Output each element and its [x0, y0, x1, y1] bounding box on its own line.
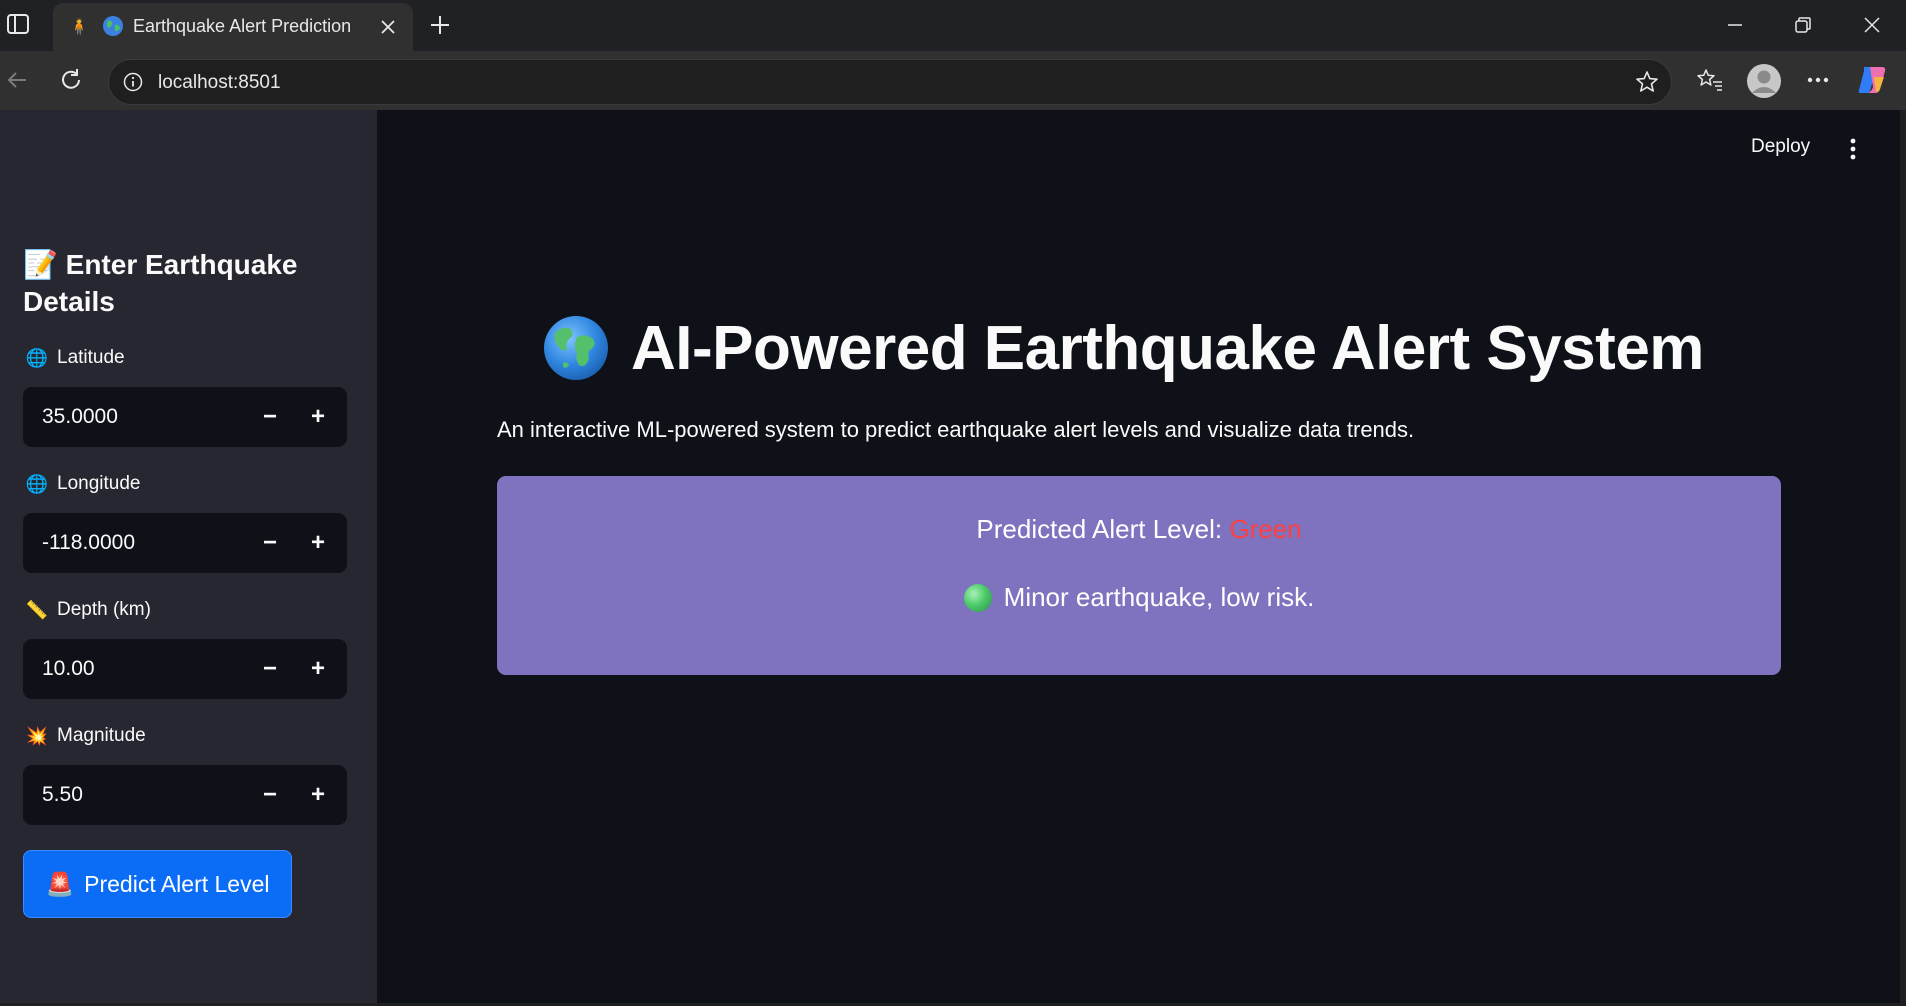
earth-globe-icon — [544, 316, 608, 380]
magnitude-label: 💥 Magnitude — [25, 725, 146, 747]
alert-message-row: Minor earthquake, low risk. — [497, 582, 1781, 613]
deploy-button[interactable]: Deploy — [1751, 136, 1810, 158]
copilot-icon[interactable] — [1855, 63, 1889, 97]
reload-icon[interactable] — [54, 63, 88, 97]
globe-favicon-icon — [102, 15, 126, 39]
longitude-decrement-button[interactable]: − — [250, 523, 290, 563]
site-info-icon[interactable] — [121, 70, 145, 94]
longitude-value[interactable]: -118.0000 — [42, 531, 135, 555]
latitude-decrement-button[interactable]: − — [250, 397, 290, 437]
more-options-icon[interactable] — [1801, 63, 1835, 97]
alert-level-value: Green — [1229, 514, 1302, 544]
globe-icon: 🌐 — [25, 347, 49, 368]
new-tab-icon[interactable] — [425, 10, 455, 40]
browser-toolbar: localhost:8501 — [0, 51, 1906, 110]
longitude-label: 🌐 Longitude — [25, 473, 141, 495]
longitude-label-text: Longitude — [57, 473, 141, 494]
green-circle-icon — [963, 583, 992, 612]
latitude-increment-button[interactable]: + — [298, 397, 338, 437]
depth-label-text: Depth (km) — [57, 599, 151, 620]
close-tab-icon[interactable] — [376, 15, 400, 39]
siren-icon: 🚨 — [45, 870, 75, 897]
minimize-icon[interactable] — [1717, 8, 1753, 42]
latitude-value[interactable]: 35.0000 — [42, 405, 118, 429]
browser-tab[interactable]: 🧍 Earthquake Alert Prediction — [53, 3, 413, 51]
sidebar: 📝 Enter Earthquake Details 🌐 Latitude 35… — [0, 110, 377, 1003]
alert-message: Minor earthquake, low risk. — [1003, 582, 1315, 612]
globe-icon: 🌐 — [25, 473, 49, 494]
predict-button-label: Predict Alert Level — [84, 870, 270, 897]
predicted-alert-level-text: Predicted Alert Level: Green — [497, 514, 1781, 545]
magnitude-value[interactable]: 5.50 — [42, 783, 83, 807]
address-bar[interactable]: localhost:8501 — [108, 59, 1672, 105]
depth-value[interactable]: 10.00 — [42, 657, 95, 681]
sidebar-heading: 📝 Enter Earthquake Details — [23, 249, 298, 317]
longitude-increment-button[interactable]: + — [298, 523, 338, 563]
back-icon[interactable] — [0, 63, 34, 97]
main-menu-icon[interactable] — [1839, 134, 1867, 164]
page-title-row: AI-Powered Earthquake Alert System — [543, 308, 1743, 388]
depth-input[interactable]: 10.00 − + — [23, 639, 347, 699]
main-content: Deploy AI-Powered Earthquake Alert Syste… — [377, 110, 1900, 1003]
profile-avatar-icon[interactable] — [1745, 62, 1783, 100]
magnitude-increment-button[interactable]: + — [298, 775, 338, 815]
bookmark-star-icon[interactable] — [1633, 68, 1661, 96]
streamlit-app: 📝 Enter Earthquake Details 🌐 Latitude 35… — [0, 110, 1900, 1003]
predict-alert-level-button[interactable]: 🚨 Predict Alert Level — [23, 850, 292, 918]
longitude-input[interactable]: -118.0000 − + — [23, 513, 347, 573]
alert-level-prefix: Predicted Alert Level: — [976, 514, 1230, 544]
tab-actions-icon[interactable] — [4, 10, 32, 38]
prediction-result-card: Predicted Alert Level: Green Minor earth… — [497, 476, 1781, 675]
close-window-icon[interactable] — [1854, 8, 1890, 42]
latitude-input[interactable]: 35.0000 − + — [23, 387, 347, 447]
magnitude-label-text: Magnitude — [57, 725, 146, 746]
latitude-label: 🌐 Latitude — [25, 347, 125, 369]
depth-decrement-button[interactable]: − — [250, 649, 290, 689]
ruler-icon: 📏 — [25, 599, 49, 620]
restore-icon[interactable] — [1785, 8, 1821, 42]
page-title: AI-Powered Earthquake Alert System — [631, 313, 1704, 383]
favorites-icon[interactable] — [1693, 63, 1727, 97]
depth-increment-button[interactable]: + — [298, 649, 338, 689]
browser-tab-bar: 🧍 Earthquake Alert Prediction — [0, 0, 1906, 51]
depth-label: 📏 Depth (km) — [25, 599, 151, 621]
magnitude-decrement-button[interactable]: − — [250, 775, 290, 815]
page-subtitle: An interactive ML-powered system to pred… — [497, 417, 1415, 442]
tab-title: Earthquake Alert Prediction — [133, 16, 352, 36]
latitude-label-text: Latitude — [57, 347, 125, 368]
url-text[interactable]: localhost:8501 — [158, 72, 281, 94]
pinned-favicon-icon: 🧍 — [69, 19, 89, 36]
magnitude-input[interactable]: 5.50 − + — [23, 765, 347, 825]
collision-icon: 💥 — [25, 725, 49, 746]
